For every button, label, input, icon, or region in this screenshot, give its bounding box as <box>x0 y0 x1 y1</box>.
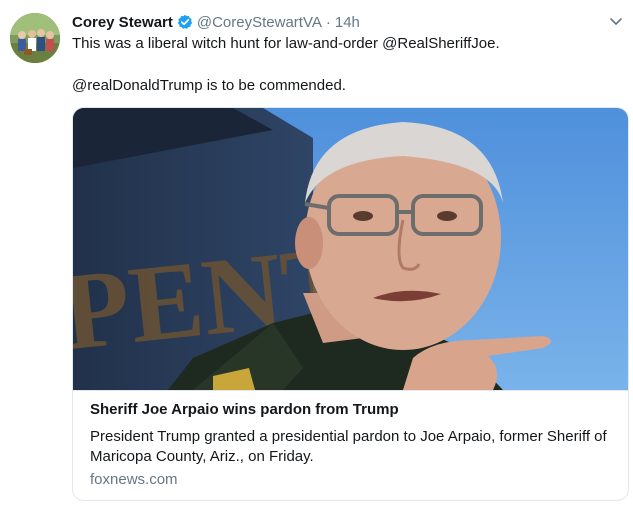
card-body[interactable]: Sheriff Joe Arpaio wins pardon from Trum… <box>73 390 628 500</box>
verified-badge-icon <box>177 14 193 30</box>
chevron-down-icon[interactable] <box>607 12 625 30</box>
author-name[interactable]: Corey Stewart <box>72 14 173 31</box>
avatar[interactable] <box>10 13 60 63</box>
tweet-timestamp[interactable]: 14h <box>335 14 360 31</box>
tweet-header: Corey Stewart @CoreyStewartVA · 14h <box>72 12 360 32</box>
tweet-text-line-1: This was a liberal witch hunt for law-an… <box>72 35 500 52</box>
card-image[interactable]: PENT <box>73 108 628 390</box>
link-card[interactable]: PENT Sheriff Joe Arpaio wins pardon from… <box>72 107 629 501</box>
card-domain: foxnews.com <box>90 471 178 488</box>
tweet: Corey Stewart @CoreyStewartVA · 14h This… <box>0 0 633 510</box>
author-handle[interactable]: @CoreyStewartVA <box>197 14 322 31</box>
card-description: President Trump granted a presidential p… <box>90 428 607 465</box>
card-title: Sheriff Joe Arpaio wins pardon from Trum… <box>90 401 399 418</box>
header-separator: · <box>325 13 331 31</box>
tweet-text-line-2: @realDonaldTrump is to be commended. <box>72 77 346 94</box>
tweet-text: This was a liberal witch hunt for law-an… <box>72 34 612 96</box>
